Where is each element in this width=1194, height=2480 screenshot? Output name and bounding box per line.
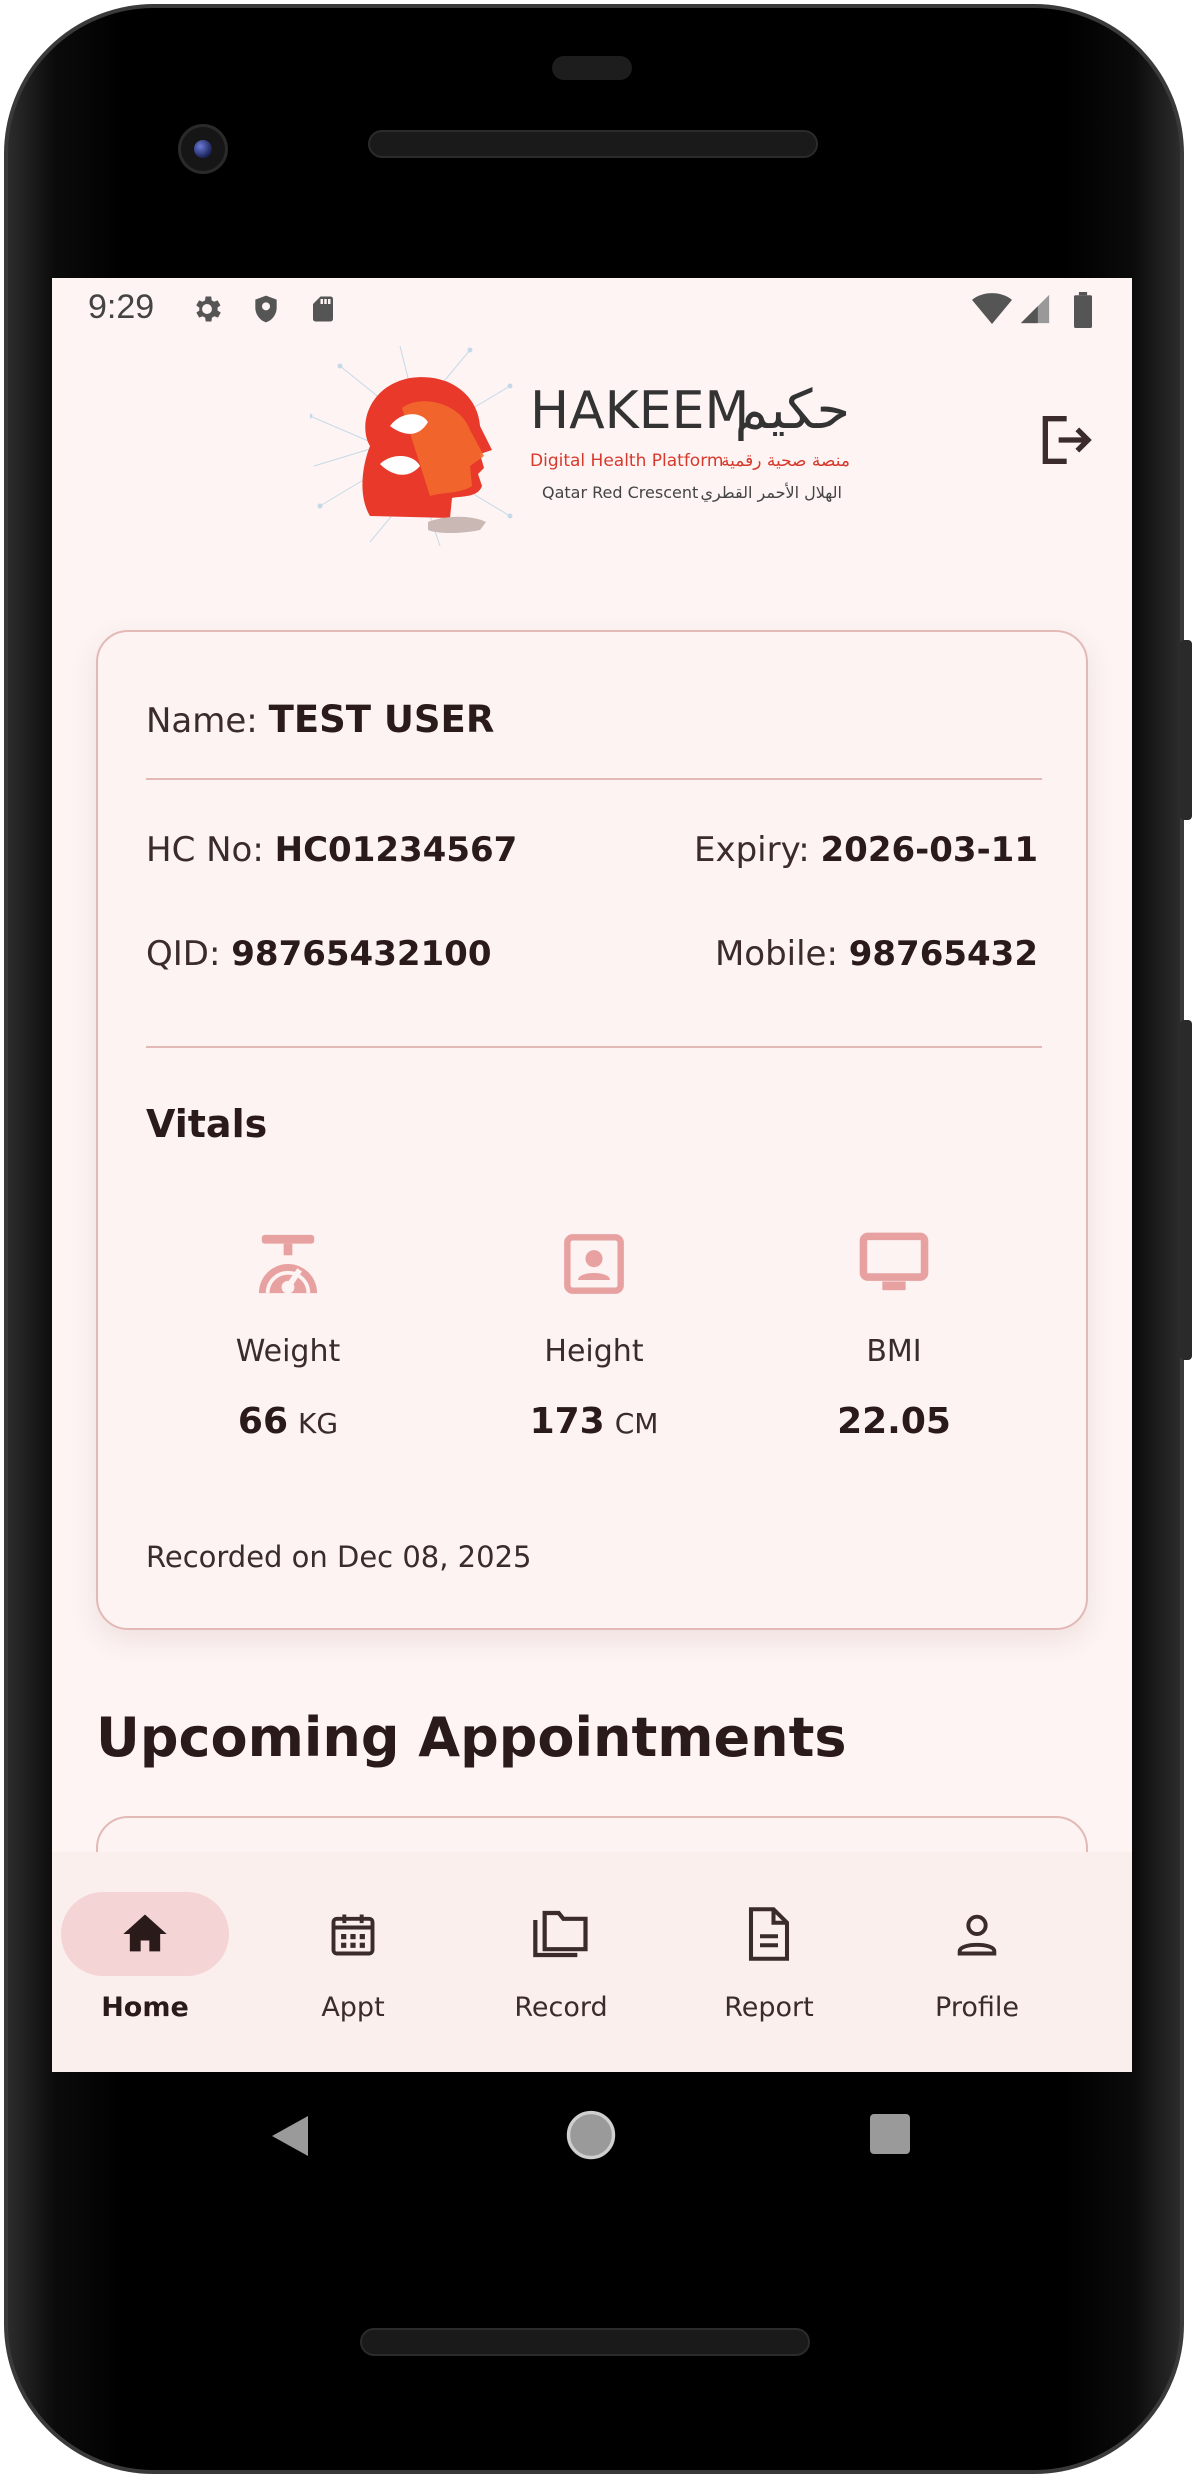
nav-report[interactable]: Report [684,1892,854,2023]
top-speaker-grille [368,130,818,158]
vital-weight: Weight 66 KG [158,1232,418,1442]
status-bar: 9:29 [52,278,1132,338]
bmi-value: 22.05 [837,1401,951,1442]
expiry-row: Expiry: 2026-03-11 [694,830,1038,870]
hc-label: HC No: [146,830,264,870]
vital-value: 66 KG [158,1401,418,1442]
app-screen: 9:29 HAKEEM حكيم Digital Health Platform… [52,278,1132,2072]
hc-row: HC No: HC01234567 [146,830,517,870]
gear-icon [196,296,221,322]
vital-value: 173 CM [464,1401,724,1442]
portrait-icon [564,1234,624,1294]
height-value: 173 [529,1401,605,1442]
svg-text:Qatar Red Crescent: Qatar Red Crescent [542,483,698,502]
status-time: 9:29 [88,288,155,326]
nav-profile[interactable]: Profile [892,1892,1062,2023]
svg-text:منصة صحية رقمية: منصة صحية رقمية [721,451,850,471]
volume-button [1180,1020,1192,1360]
qid-value: 98765432100 [231,934,492,974]
logo-graphic: HAKEEM حكيم Digital Health Platform منصة… [307,345,850,547]
qid-row: QID: 98765432100 [146,934,491,974]
nav-label: Record [514,1992,608,2023]
name-row: Name: TEST USER [146,698,494,741]
nav-icon-wrap [269,1892,437,1976]
nav-label: Appt [321,1992,385,2023]
svg-text:HAKEEM: HAKEEM [530,381,749,441]
folder-icon [533,1910,588,1958]
shield-icon [255,295,277,323]
nav-icon-wrap [477,1892,645,1976]
wifi-icon [972,293,1012,324]
expiry-label: Expiry: [693,830,810,870]
nav-active-indicator [61,1892,229,1976]
weight-unit: KG [298,1407,339,1440]
bottom-navigation: Home Appt Record Report Profile [52,1852,1132,2072]
vital-bmi: BMI 22.05 [764,1232,1024,1442]
battery-icon [1074,292,1092,328]
height-unit: CM [614,1407,659,1440]
vital-label: Weight [235,1334,341,1369]
signal-icon [1020,294,1050,324]
vitals-title: Vitals [146,1102,268,1146]
nav-home[interactable]: Home [60,1892,230,2023]
name-value: TEST USER [268,698,495,741]
earpiece [552,56,632,80]
person-icon [957,1914,997,1956]
scale-icon [258,1234,318,1294]
document-icon [748,1907,790,1961]
card-divider [146,1046,1042,1048]
upcoming-appointments-title: Upcoming Appointments [96,1706,847,1769]
logout-icon[interactable] [1032,408,1096,472]
mobile-row: Mobile: 98765432 [715,934,1038,974]
vital-label: BMI [866,1334,922,1369]
sd-card-icon [313,296,333,322]
hakeem-logo: HAKEEM حكيم Digital Health Platform منصة… [307,345,870,547]
front-camera [178,124,228,174]
name-label: Name: [146,701,258,741]
expiry-value: 2026-03-11 [820,830,1038,870]
nav-appt[interactable]: Appt [268,1892,438,2023]
nav-label: Home [101,1992,189,2023]
back-icon[interactable] [268,2112,312,2160]
hc-value: HC01234567 [274,830,518,870]
nav-icon-wrap [893,1892,1061,1976]
nav-record[interactable]: Record [476,1892,646,2023]
mobile-label: Mobile: [714,934,838,974]
nav-icon-wrap [685,1892,853,1976]
power-button [1180,640,1192,820]
home-button-icon[interactable] [564,2108,618,2162]
phone-device: 9:29 HAKEEM حكيم Digital Health Platform… [0,0,1194,2480]
mobile-value: 98765432 [848,934,1038,974]
svg-text:حكيم: حكيم [735,378,850,441]
vital-height: Height 173 CM [464,1232,724,1442]
vital-label: Height [544,1334,644,1369]
vital-value: 22.05 [764,1401,1024,1442]
nav-label: Profile [935,1992,1019,2023]
svg-text:Digital Health Platform: Digital Health Platform [530,451,723,471]
nav-label: Report [724,1992,814,2023]
calendar-icon [331,1914,375,1956]
svg-text:الهلال الأحمر القطري: الهلال الأحمر القطري [701,482,842,503]
card-divider [146,778,1042,780]
recents-icon[interactable] [870,2114,910,2154]
home-icon [123,1914,167,1952]
qid-label: QID: [146,934,221,974]
monitor-icon [859,1232,929,1291]
vitals-recorded-date: Recorded on Dec 08, 2025 [146,1540,532,1574]
patient-card: Name: TEST USER HC No: HC01234567 Expiry… [96,630,1088,1630]
bottom-speaker-grille [360,2328,810,2356]
weight-value: 66 [237,1401,289,1442]
